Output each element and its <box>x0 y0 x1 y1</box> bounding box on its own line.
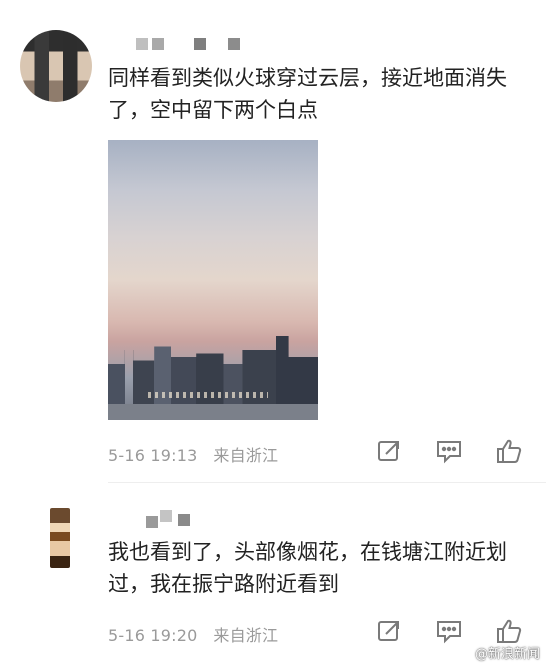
comment-icon[interactable] <box>434 436 464 466</box>
comment-item: 我也看到了，头部像烟花，在钱塘江附近划过，我在振宁路附近看到 5-16 19:2… <box>0 490 546 666</box>
share-icon[interactable] <box>374 616 404 646</box>
comment-icon[interactable] <box>434 616 464 646</box>
comment-photo[interactable] <box>108 140 318 420</box>
avatar[interactable] <box>20 30 92 102</box>
location: 来自浙江 <box>213 446 279 465</box>
like-icon[interactable] <box>494 436 524 466</box>
comment-text: 我也看到了，头部像烟花，在钱塘江附近划过，我在振宁路附近看到 <box>108 540 507 596</box>
timestamp: 5-16 19:20 <box>108 626 198 645</box>
share-icon[interactable] <box>374 436 404 466</box>
river-water <box>108 404 318 420</box>
username-censored[interactable] <box>146 510 206 528</box>
comment-divider <box>108 482 546 483</box>
comment-meta: 5-16 19:13 来自浙江 <box>108 442 278 466</box>
username-censored[interactable] <box>136 36 256 50</box>
like-icon[interactable] <box>494 616 524 646</box>
comment-text: 同样看到类似火球穿过云层，接近地面消失了，空中留下两个白点 <box>108 66 507 122</box>
comment-actions <box>374 436 524 466</box>
location: 来自浙江 <box>213 626 279 645</box>
comment-actions <box>374 616 524 646</box>
city-lights <box>148 392 268 398</box>
comment-meta: 5-16 19:20 来自浙江 <box>108 622 278 646</box>
comment-item: 同样看到类似火球穿过云层，接近地面消失了，空中留下两个白点 5-16 19:13… <box>0 0 546 480</box>
watermark: @新浪新闻 <box>474 647 540 662</box>
avatar[interactable] <box>50 508 70 568</box>
timestamp: 5-16 19:13 <box>108 446 198 465</box>
